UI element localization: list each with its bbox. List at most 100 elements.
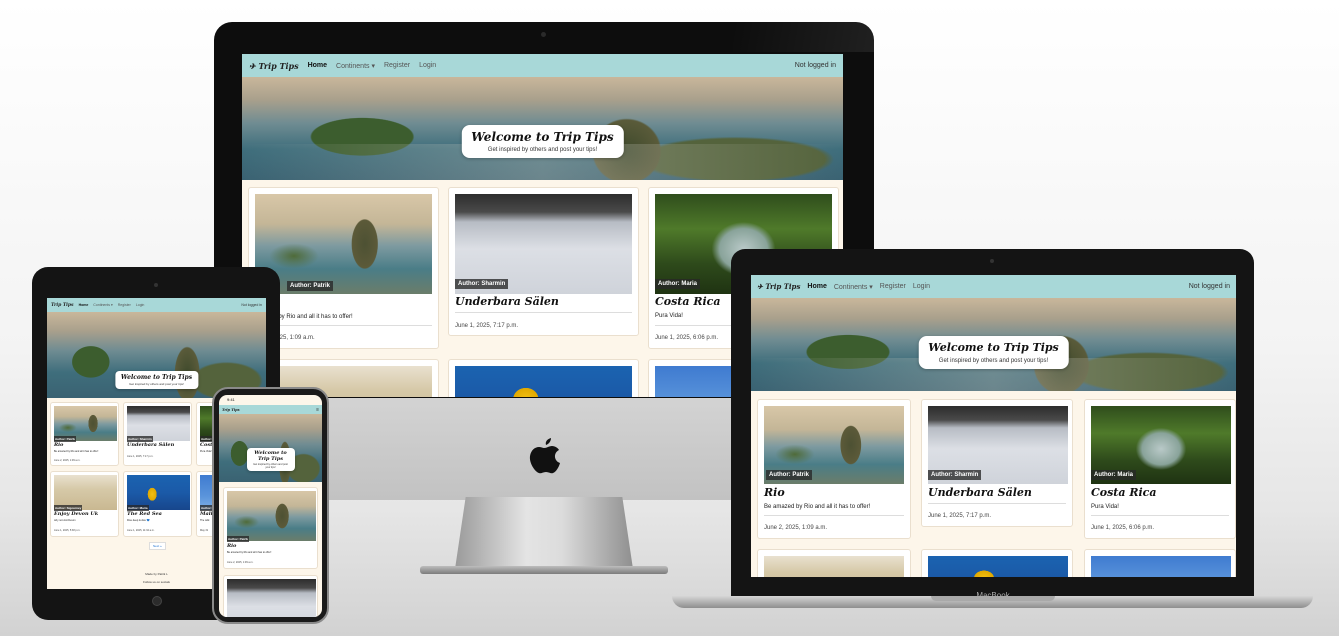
nav-home[interactable]: Home [807, 283, 826, 290]
post-date: June 1, 2025, 5:38 p.m. [54, 529, 81, 532]
post-image [764, 556, 904, 577]
post-date: June 1, 2025, 6:06 p.m. [655, 335, 719, 341]
post-card[interactable]: Author: Sharmin Underbara Sälen June 1, … [448, 187, 639, 336]
tablet-home-button [152, 596, 162, 606]
post-card[interactable]: Author: Maria Costa Rica Pura Vida! June… [1084, 399, 1236, 539]
post-card[interactable]: Author: Patrik Rio Be amazed by Rio and … [223, 487, 318, 569]
hero-title: Welcome to Trip Tips [120, 374, 193, 381]
post-title[interactable]: Underbara Sälen [928, 486, 1032, 499]
post-image [928, 556, 1068, 577]
menu-toggle-icon[interactable]: ≡ [316, 407, 319, 413]
macbook-camera [990, 259, 994, 263]
nav-home[interactable]: Home [308, 62, 327, 69]
navbar: ✈ Trip Tips Home Continents ▾ Register L… [751, 275, 1236, 298]
apple-logo-icon [529, 438, 560, 474]
post-card[interactable] [448, 359, 639, 397]
post-card[interactable] [921, 549, 1073, 577]
post-title[interactable]: Rio [54, 442, 63, 448]
post-excerpt: Pura Vida! [200, 450, 212, 453]
post-image [227, 491, 316, 541]
navbar: ✈ Trip Tips Home Continents ▾ Register L… [242, 54, 843, 77]
post-excerpt: why not visit Devon [54, 519, 76, 522]
post-title[interactable]: Underbara Sälen [127, 442, 174, 448]
hero-subtitle: Get inspired by others and post your tip… [938, 358, 1049, 364]
post-date: June 2, 2025, 1:09 a.m. [764, 525, 828, 531]
post-excerpt: Be amazed by Rio and all it has to offer… [227, 551, 272, 554]
post-title[interactable]: Rio [227, 543, 236, 549]
post-excerpt: Be amazed by Rio and all it has to offer… [54, 450, 99, 453]
tablet-camera [154, 283, 158, 287]
nav-home[interactable]: Home [79, 303, 89, 307]
post-card[interactable]: Author: Sharmin Underbara Sälen June 1, … [921, 399, 1073, 527]
pagination-next[interactable]: Next » [149, 542, 166, 550]
hero-title: Welcome to Trip Tips [928, 341, 1059, 354]
post-excerpt: Be amazed by Rio and all it has to offer… [764, 504, 871, 510]
imac-stand [455, 497, 633, 569]
imac-foot [420, 566, 668, 574]
hero-banner: Welcome to Trip Tips Get inspired by oth… [751, 298, 1236, 391]
post-card[interactable] [223, 575, 318, 617]
post-card[interactable] [1084, 549, 1236, 577]
brand-text: Trip Tips [258, 60, 299, 71]
brand-logo[interactable]: ✈ Trip Tips [249, 61, 299, 71]
post-excerpt: The wild [200, 519, 210, 522]
post-excerpt: Pura Vida! [655, 313, 683, 319]
nav-register[interactable]: Register [384, 62, 410, 69]
post-card[interactable]: Author: Sigourney Enjoy Devon Uk why not… [50, 471, 119, 537]
post-title[interactable]: Mali [200, 511, 213, 517]
post-author: Author: Sharmin [928, 470, 982, 480]
post-image [255, 194, 432, 294]
post-date: June 2, 2025, 1:09 a.m. [54, 459, 81, 462]
post-card[interactable]: Author: Patrik Rio Be amazed by Rio and … [757, 399, 911, 539]
hero-box: Welcome to Trip Tips Get inspired by oth… [246, 448, 295, 471]
post-card[interactable]: Author: Sharmin Underbara Sälen June 1, … [123, 402, 192, 466]
post-date: June 1, 2025, 7:17 p.m. [928, 513, 992, 519]
post-author: Author: Patrik [227, 536, 250, 542]
post-card[interactable] [757, 549, 911, 577]
post-author: Author: Patrik [766, 470, 813, 480]
post-image [455, 366, 632, 397]
brand-text: Trip Tips [765, 282, 801, 291]
nav-register[interactable]: Register [118, 303, 131, 307]
post-title[interactable]: The Red Sea [127, 511, 162, 517]
nav-continents[interactable]: Continents ▾ [93, 303, 112, 307]
post-author: Author: Maria [655, 279, 700, 289]
post-author: Author: Patrik [287, 281, 334, 291]
hero-box: Welcome to Trip Tips Get inspired by oth… [918, 336, 1069, 369]
navbar: Trip Tips Home Continents ▾ Register Log… [47, 298, 266, 312]
hero-banner: Welcome to Trip Tips Get inspired by oth… [219, 414, 322, 482]
imac-camera [541, 32, 546, 37]
brand-logo[interactable]: Trip Tips [222, 408, 240, 412]
nav-login[interactable]: Login [419, 62, 436, 69]
post-card[interactable]: Author: Patrik Rio Be amazed by Rio and … [50, 402, 119, 466]
brand-logo[interactable]: Trip Tips [51, 303, 74, 308]
hero-subtitle: Get inspired by others and post your tip… [253, 463, 288, 469]
post-excerpt: Pura Vida! [1091, 504, 1119, 510]
hero-title: Welcome to Trip Tips [254, 450, 287, 462]
phone-time: 9:41 [227, 397, 235, 402]
macbook-label: MacBook [976, 591, 1010, 600]
post-title[interactable]: Costa Rica [655, 295, 720, 308]
post-card[interactable]: Author: Maria The Red Sea Dive deep & di… [123, 471, 192, 537]
post-date: June 1, 2025, 7:17 p.m. [455, 323, 519, 329]
macbook-screen: ✈ Trip Tips Home Continents ▾ Register L… [751, 275, 1236, 577]
brand-logo[interactable]: ✈ Trip Tips [757, 282, 800, 291]
hero-box: Welcome to Trip Tips Get inspired by oth… [461, 125, 624, 158]
post-title[interactable]: Costa Rica [1091, 486, 1156, 499]
hero-banner: Welcome to Trip Tips Get inspired by oth… [47, 312, 266, 398]
login-status: Not logged in [241, 303, 262, 307]
post-excerpt: Dive deep & dive 💙 [127, 519, 150, 522]
imac-gloss [733, 22, 874, 52]
nav-continents[interactable]: Continents ▾ [336, 62, 375, 70]
login-status: Not logged in [1188, 283, 1230, 290]
nav-login[interactable]: Login [913, 283, 930, 290]
hero-subtitle: Get inspired by others and post your tip… [129, 382, 184, 386]
nav-continents[interactable]: Continents ▾ [834, 283, 873, 291]
post-image [227, 579, 316, 617]
post-title[interactable]: Underbara Sälen [455, 295, 559, 308]
post-image [1091, 556, 1231, 577]
post-title[interactable]: Enjoy Devon Uk [54, 511, 98, 517]
nav-login[interactable]: Login [136, 303, 145, 307]
post-title[interactable]: Rio [764, 486, 785, 499]
nav-register[interactable]: Register [880, 283, 906, 290]
